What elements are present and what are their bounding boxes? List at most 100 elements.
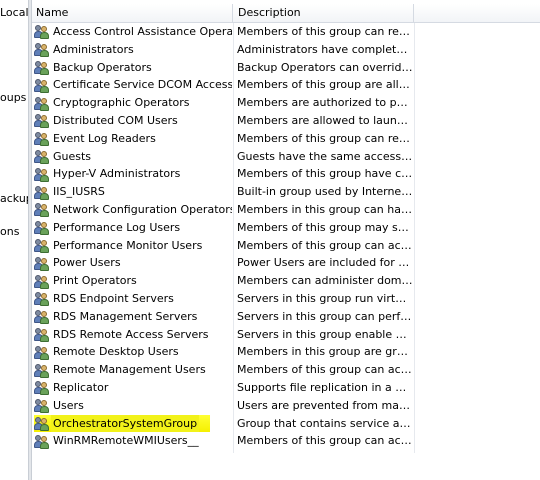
group-name-cell[interactable]: Performance Monitor Users <box>34 237 232 255</box>
group-description-cell: Members of this group have com... <box>237 167 413 181</box>
table-row[interactable]: Event Log Readers Members of this group c… <box>32 130 540 148</box>
table-row[interactable]: Cryptographic Operators Members are autho… <box>32 94 540 112</box>
group-name-cell[interactable]: Hyper-V Administrators <box>34 165 232 183</box>
group-description-cell: Members of this group are allowe... <box>237 78 413 92</box>
group-name-cell[interactable]: Power Users <box>34 254 232 272</box>
group-description-cell: Members of this group can acces... <box>237 434 413 448</box>
groups-list-view[interactable]: Name Description Access Control Assistan… <box>32 0 540 480</box>
group-name-label: Backup Operators <box>53 60 152 74</box>
group-name-label: Performance Log Users <box>53 220 181 234</box>
table-row[interactable]: RDS Remote Access Servers Servers in this… <box>32 326 540 344</box>
group-name-cell[interactable]: Replicator <box>34 379 232 397</box>
group-icon <box>34 96 50 111</box>
group-name-label: Certificate Service DCOM Access <box>53 78 232 92</box>
group-name-cell[interactable]: RDS Remote Access Servers <box>34 326 232 344</box>
tree-item-groups[interactable]: oups <box>0 91 26 104</box>
table-row[interactable]: Performance Monitor Users Members of this… <box>32 237 540 255</box>
table-row[interactable]: Print Operators Members can administer do… <box>32 272 540 290</box>
column-header-description[interactable]: Description <box>234 4 414 22</box>
group-icon <box>34 113 50 129</box>
group-description-cell: Members of this group can remot... <box>237 25 413 38</box>
group-name-cell[interactable]: Certificate Service DCOM Access <box>34 76 232 94</box>
group-name-cell[interactable]: Backup Operators <box>34 59 232 77</box>
group-description-cell: Members in this group are grante... <box>237 345 413 359</box>
column-header-name[interactable]: Name <box>32 4 233 22</box>
group-name-label: Administrators <box>53 42 134 56</box>
table-row[interactable]: Remote Desktop Users Members in this grou… <box>32 343 540 361</box>
group-icon <box>34 167 50 182</box>
table-row[interactable]: Hyper-V Administrators Members of this gr… <box>32 165 540 183</box>
group-name-cell[interactable]: Distributed COM Users <box>34 112 232 130</box>
group-icon <box>34 24 50 40</box>
tree-item-options[interactable]: ons <box>0 225 19 238</box>
table-row[interactable]: Performance Log Users Members of this gro… <box>32 219 540 237</box>
table-row[interactable]: WinRMRemoteWMIUsers__ Members of this gro… <box>32 432 540 450</box>
group-name-label: Performance Monitor Users <box>53 238 203 252</box>
group-name-label: Guests <box>53 149 92 163</box>
group-description-cell: Users are prevented from making ... <box>237 398 413 412</box>
table-row[interactable]: Power Users Power Users are included for … <box>32 254 540 272</box>
table-row[interactable]: Backup Operators Backup Operators can ove… <box>32 59 540 77</box>
group-name-cell[interactable]: WinRMRemoteWMIUsers__ <box>34 432 232 450</box>
table-row[interactable]: RDS Management Servers Servers in this gr… <box>32 308 540 326</box>
group-icon <box>34 238 50 253</box>
group-name-cell[interactable]: Cryptographic Operators <box>34 94 232 112</box>
group-icon <box>34 256 50 271</box>
list-header: Name Description <box>32 4 540 23</box>
group-description-cell: Servers in this group enable users ... <box>237 327 413 341</box>
group-name-label: RDS Remote Access Servers <box>53 327 209 341</box>
group-name-cell[interactable]: Guests <box>34 148 232 166</box>
group-icon <box>34 416 50 431</box>
group-name-cell[interactable]: Remote Desktop Users <box>34 343 232 361</box>
tree-item-local[interactable]: Local <box>0 6 28 19</box>
table-row[interactable]: IIS_IUSRS Built-in group used by Internet… <box>32 183 540 201</box>
group-description-cell: Members in this group can have s... <box>237 202 413 216</box>
group-name-cell[interactable]: Remote Management Users <box>34 361 232 379</box>
group-name-cell[interactable]: Event Log Readers <box>34 130 232 148</box>
group-description-cell: Group that contains service accou... <box>237 416 413 430</box>
group-icon <box>34 345 50 360</box>
table-row[interactable]: Access Control Assistance Operators Membe… <box>32 23 540 41</box>
group-icon <box>34 363 50 378</box>
group-name-label: Hyper-V Administrators <box>53 167 181 181</box>
table-row[interactable]: Distributed COM Users Members are allowed… <box>32 112 540 130</box>
table-row[interactable]: RDS Endpoint Servers Servers in this grou… <box>32 290 540 308</box>
group-name-label: Remote Management Users <box>53 363 206 377</box>
group-name-label: Event Log Readers <box>53 131 156 145</box>
group-name-cell[interactable]: Network Configuration Operators <box>34 201 232 219</box>
table-row[interactable]: Administrators Administrators have comple… <box>32 41 540 59</box>
group-name-cell[interactable]: IIS_IUSRS <box>34 183 232 201</box>
group-name-cell[interactable]: RDS Endpoint Servers <box>34 290 232 308</box>
group-name-cell[interactable]: Access Control Assistance Operators <box>34 23 232 41</box>
group-name-cell[interactable]: Performance Log Users <box>34 219 232 237</box>
group-description-cell: Servers in this group run virtual m... <box>237 291 413 305</box>
group-icon <box>34 78 50 93</box>
console-tree-pane: Local oups ackup ons <box>0 0 28 480</box>
group-name-label: Users <box>53 398 84 412</box>
group-name-cell[interactable]: OrchestratorSystemGroup <box>34 414 210 433</box>
group-name-cell[interactable]: Print Operators <box>34 272 232 290</box>
group-name-label: Print Operators <box>53 274 137 288</box>
group-icon <box>34 42 50 58</box>
group-name-cell[interactable]: Administrators <box>34 41 232 59</box>
group-description-cell: Members of this group can read e... <box>237 131 413 145</box>
group-icon <box>34 398 50 414</box>
group-name-cell[interactable]: Users <box>34 397 232 415</box>
list-rows: Access Control Assistance Operators Membe… <box>32 23 540 450</box>
table-row[interactable]: Remote Management Users Members of this g… <box>32 361 540 379</box>
table-row[interactable]: Users Users are prevented from making ... <box>32 397 540 415</box>
tree-item-backup[interactable]: ackup <box>0 192 28 205</box>
table-row[interactable]: Guests Guests have the same access as m..… <box>32 148 540 166</box>
table-row[interactable]: Certificate Service DCOM Access Members o… <box>32 76 540 94</box>
group-icon <box>34 202 50 218</box>
group-name-label: Replicator <box>53 380 109 394</box>
group-description-cell: Members of this group can acces... <box>237 363 413 377</box>
table-row[interactable]: OrchestratorSystemGroup Group that contai… <box>32 414 540 433</box>
group-description-cell: Administrators have complete an... <box>237 42 413 56</box>
bottom-area <box>32 456 540 480</box>
group-name-cell[interactable]: RDS Management Servers <box>34 308 232 326</box>
group-icon <box>34 309 50 325</box>
table-row[interactable]: Network Configuration Operators Members i… <box>32 201 540 219</box>
group-name-label: OrchestratorSystemGroup <box>51 414 200 433</box>
table-row[interactable]: Replicator Supports file replication in a… <box>32 379 540 397</box>
